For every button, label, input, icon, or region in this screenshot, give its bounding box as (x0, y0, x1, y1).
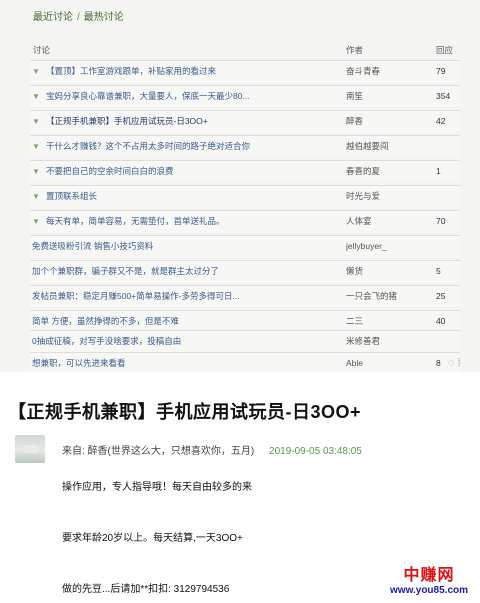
pin-icon: ▼ (32, 217, 40, 226)
table-row[interactable]: 加个个兼职群，骗子群又不是，就是群主太过分了 懒货 5 (30, 260, 460, 282)
pin-icon: ▼ (32, 142, 40, 151)
post-timestamp: 2019-09-05 03:48:05 (269, 446, 362, 457)
discussion-tabs: 最近讨论 / 最热讨论 (33, 8, 124, 23)
author-link[interactable]: 醉香 (346, 111, 436, 132)
author-link[interactable]: 南笙 (346, 86, 436, 107)
reply-count: 79 (436, 66, 446, 76)
table-row[interactable]: ▼ 置顶联系组长 时光与爱 (30, 185, 460, 207)
table-row[interactable]: 简单 方便，虽然挣得的不多，但是不难 二三 40 (30, 310, 460, 332)
loading-icon: ◌ ⁞ (448, 357, 461, 369)
column-header-replies: 回应 (436, 45, 454, 55)
table-row[interactable]: 0抽成征稿，对写手没啥要求，投稿自由 米修善君 (30, 330, 460, 352)
forum-list-panel: 最近讨论 / 最热讨论 讨论 作者 回应 ▼ 【置顶】工作室游戏跟单，补贴家用的看过… (0, 0, 480, 372)
reply-count: 40 (436, 316, 446, 326)
from-label: 来自: (62, 446, 85, 457)
post-meta: 来自: 醉香(世界这么大，只想喜欢你，五月) 2019-09-05 03:48:… (62, 442, 362, 457)
author-link[interactable]: 奋斗青春 (346, 61, 436, 82)
author-link[interactable]: 时光与爱 (346, 186, 436, 207)
pin-icon: ▼ (32, 92, 40, 101)
table-row[interactable]: ▼ 宝妈分享良心靠谱兼职，大量要人，保底一天最少80... 南笙 354 (30, 85, 460, 107)
table-row[interactable]: ▼ 每天有单，简单容易，无需垫付，首单送礼品。 人体宴 70 (30, 210, 460, 232)
author-link[interactable]: 春喜的夏 (346, 161, 436, 182)
reply-count: 25 (436, 291, 446, 301)
watermark-url: www.you85.com (390, 585, 468, 596)
author-link[interactable]: jellybuyer_ (346, 236, 436, 257)
tab-recent[interactable]: 最近讨论 (33, 12, 73, 23)
pin-icon: ▼ (32, 67, 40, 76)
post-body-line: 操作应用，专人指导哦！每天自由较多的来 (62, 482, 252, 493)
column-header-author: 作者 (346, 45, 364, 55)
tab-separator: / (77, 12, 80, 23)
table-row[interactable]: ▼ 【置顶】工作室游戏跟单，补贴家用的看过来 奋斗青春 79 (30, 60, 460, 82)
pin-icon: ▼ (32, 167, 40, 176)
reply-count: 1 (436, 166, 441, 176)
post-body-line: 做的先豆...后请加**扣扣: 3129794536 (62, 584, 230, 595)
author-link[interactable]: Able (346, 353, 436, 372)
author-link[interactable]: 越伯越要闯 (346, 136, 436, 157)
avatar[interactable] (15, 435, 45, 463)
column-header-topic: 讨论 (33, 45, 51, 55)
author-link[interactable]: 一只会飞的猪 (346, 286, 436, 307)
topic-link[interactable]: 0抽成征稿，对写手没啥要求，投稿自由 (32, 331, 322, 352)
author-link[interactable]: 二三 (346, 311, 436, 332)
table-row[interactable]: ▼ 【正规手机兼职】手机应用试玩员-日3OO+ 醉香 42 (30, 110, 460, 132)
watermark-name: 中赚网 (403, 567, 455, 584)
topic-link[interactable]: 干什么才赚钱？这个不占用太多时间的路子绝对适合你 (46, 136, 336, 157)
table-row[interactable]: ▼ 干什么才赚钱？这个不占用太多时间的路子绝对适合你 越伯越要闯 (30, 135, 460, 157)
post-body-line: 要求年龄20岁以上。每天结算,一天3OO+ (62, 533, 243, 544)
post-detail: 【正规手机兼职】手机应用试玩员-日3OO+ 来自: 醉香(世界这么大，只想喜欢你… (0, 372, 480, 603)
topic-link[interactable]: 宝妈分享良心靠谱兼职，大量要人，保底一天最少80... (46, 86, 336, 107)
post-title: 【正规手机兼职】手机应用试玩员-日3OO+ (8, 402, 362, 422)
post-author-link[interactable]: 醉香(世界这么大，只想喜欢你，五月) (88, 446, 255, 457)
topic-link[interactable]: 想兼职，可以先进来看看 (32, 353, 322, 372)
author-link[interactable]: 懒货 (346, 261, 436, 282)
topic-link[interactable]: 【置顶】工作室游戏跟单，补贴家用的看过来 (46, 61, 336, 82)
topic-link[interactable]: 发帖员兼职：稳定月赚500+简单易操作-多劳多得可日... (32, 286, 322, 307)
topic-link[interactable]: 简单 方便，虽然挣得的不多，但是不难 (32, 311, 322, 332)
reply-count: 42 (436, 116, 446, 126)
table-row[interactable]: 免费送吸粉引流 销售小技巧资料 jellybuyer_ (30, 235, 460, 257)
author-link[interactable]: 米修善君 (346, 331, 436, 352)
tab-hot[interactable]: 最热讨论 (84, 12, 124, 23)
author-link[interactable]: 人体宴 (346, 211, 436, 232)
table-row[interactable]: ▼ 不要把自己的空余时间白白的浪费 春喜的夏 1 (30, 160, 460, 182)
topic-link[interactable]: 不要把自己的空余时间白白的浪费 (46, 161, 336, 182)
reply-count: 5 (436, 266, 441, 276)
reply-count: 354 (436, 91, 451, 101)
table-row[interactable]: 想兼职，可以先进来看看 Able 8 (30, 352, 460, 372)
topic-link[interactable]: 每天有单，简单容易，无需垫付，首单送礼品。 (46, 211, 336, 232)
topic-link[interactable]: 【正规手机兼职】手机应用试玩员-日3OO+ (46, 111, 336, 132)
topic-link[interactable]: 加个个兼职群，骗子群又不是，就是群主太过分了 (32, 261, 322, 282)
reply-count: 8 (436, 358, 441, 368)
table-row[interactable]: 发帖员兼职：稳定月赚500+简单易操作-多劳多得可日... 一只会飞的猪 25 (30, 285, 460, 307)
pin-icon: ▼ (32, 117, 40, 126)
pin-icon: ▼ (32, 192, 40, 201)
topic-link[interactable]: 置顶联系组长 (46, 186, 336, 207)
reply-count: 70 (436, 216, 446, 226)
topic-link[interactable]: 免费送吸粉引流 销售小技巧资料 (32, 236, 322, 257)
watermark-logo: 中赚网 www.you85.com (390, 561, 468, 596)
